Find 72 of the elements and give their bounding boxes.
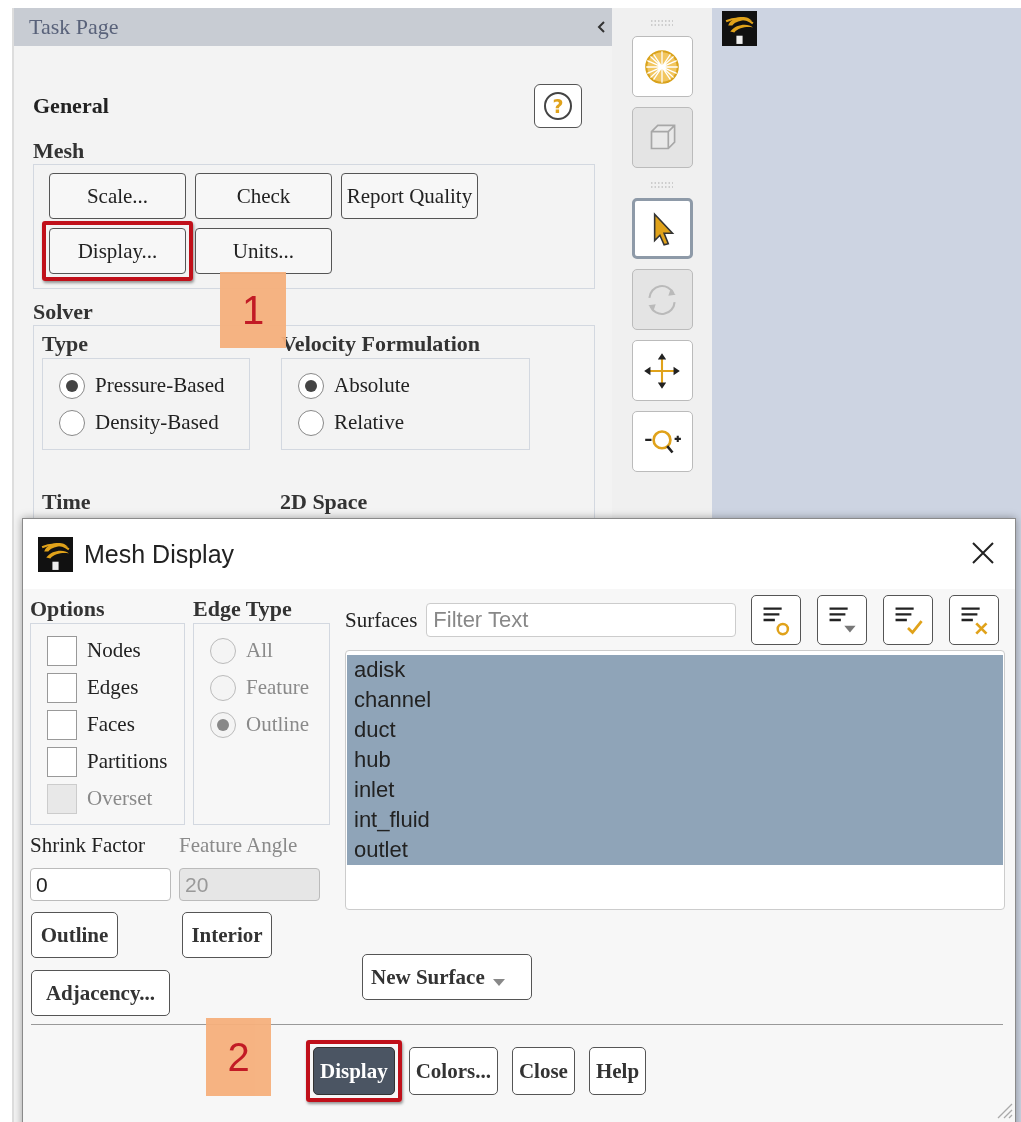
group-label: Edge Type bbox=[193, 595, 293, 623]
action-button[interactable]: Display bbox=[313, 1047, 395, 1095]
section-heading: General bbox=[33, 93, 109, 119]
checkbox-label: Nodes bbox=[87, 638, 141, 663]
list-item[interactable]: duct bbox=[347, 715, 1003, 745]
list-item[interactable]: int_fluid bbox=[347, 805, 1003, 835]
action-button[interactable]: Adjacency... bbox=[31, 970, 170, 1016]
radio-label: Relative bbox=[334, 410, 404, 435]
drag-handle-icon[interactable] bbox=[650, 20, 674, 26]
checkbox[interactable] bbox=[47, 672, 77, 703]
group-label: Solver bbox=[33, 299, 93, 325]
group-label: 2D Space bbox=[280, 488, 368, 516]
logo-icon bbox=[722, 11, 757, 46]
field-label: Shrink Factor bbox=[30, 833, 146, 858]
mesh-button[interactable]: Check bbox=[195, 173, 332, 219]
list-tool-button[interactable] bbox=[883, 595, 934, 645]
close-icon bbox=[971, 541, 995, 565]
caret-icon bbox=[492, 978, 505, 986]
radio-label: All bbox=[246, 638, 273, 663]
filter-field[interactable]: Filter Text bbox=[426, 603, 737, 637]
group-label: Mesh bbox=[33, 138, 85, 164]
callout-number: 1 bbox=[220, 272, 286, 348]
mesh-button[interactable]: Display... bbox=[49, 228, 186, 274]
list-item[interactable]: adisk bbox=[347, 655, 1003, 685]
field-label: Feature Angle bbox=[179, 833, 299, 858]
radio-button[interactable] bbox=[298, 409, 324, 436]
input-field[interactable]: 0 bbox=[30, 868, 171, 901]
list-tool-button[interactable] bbox=[751, 595, 802, 645]
list-item[interactable]: outlet bbox=[347, 835, 1003, 865]
radio-label: Outline bbox=[246, 712, 309, 737]
mesh-button[interactable]: Scale... bbox=[49, 173, 186, 219]
dialog-title: Mesh Display bbox=[84, 539, 236, 569]
mesh-button[interactable]: Units... bbox=[195, 228, 332, 274]
mesh-button[interactable]: Report Quality bbox=[341, 173, 478, 219]
dropdown-button[interactable]: New Surface bbox=[362, 954, 532, 1000]
radio-label: Pressure-Based bbox=[95, 373, 225, 398]
list-item[interactable]: inlet bbox=[347, 775, 1003, 805]
checkbox[interactable] bbox=[47, 746, 77, 777]
move-tool-button[interactable] bbox=[631, 340, 693, 401]
group-label: Time bbox=[42, 488, 92, 516]
zoom-tool-button[interactable] bbox=[631, 411, 693, 472]
list-item[interactable]: channel bbox=[347, 685, 1003, 715]
radio-button[interactable] bbox=[298, 372, 324, 399]
group-label: Options bbox=[30, 595, 106, 623]
action-button[interactable]: Interior bbox=[182, 912, 272, 958]
action-button[interactable]: Colors... bbox=[408, 1047, 498, 1095]
radio-label: Absolute bbox=[334, 373, 410, 398]
list-tool-button[interactable] bbox=[949, 595, 1000, 645]
radio-button[interactable] bbox=[59, 372, 85, 399]
pointer-tool-button[interactable] bbox=[631, 198, 693, 259]
action-button[interactable]: Outline bbox=[31, 912, 118, 958]
radio-label: Feature bbox=[246, 675, 309, 700]
drag-handle-icon[interactable] bbox=[650, 182, 674, 188]
checkbox-label: Faces bbox=[87, 712, 135, 737]
collapse-icon[interactable] bbox=[596, 20, 606, 34]
checkbox[interactable] bbox=[47, 709, 77, 740]
sphere-tool-button[interactable] bbox=[631, 36, 693, 97]
list-tool-button[interactable] bbox=[817, 595, 868, 645]
checkbox-label: Overset bbox=[87, 786, 153, 811]
checkbox-label: Partitions bbox=[87, 749, 168, 774]
action-button[interactable]: Close bbox=[511, 1047, 575, 1095]
panel-title: Task Page bbox=[29, 14, 119, 40]
list-item[interactable]: hub bbox=[347, 745, 1003, 775]
checkbox[interactable] bbox=[47, 635, 77, 666]
field-label: Surfaces bbox=[345, 607, 418, 633]
checkbox-label: Edges bbox=[87, 675, 139, 700]
logo-icon bbox=[38, 536, 73, 572]
group-label: Type bbox=[42, 330, 90, 358]
radio-label: Density-Based bbox=[95, 410, 219, 435]
radio-button[interactable] bbox=[59, 409, 85, 436]
action-button[interactable]: Help bbox=[588, 1047, 647, 1095]
callout-number: 2 bbox=[206, 1018, 271, 1096]
